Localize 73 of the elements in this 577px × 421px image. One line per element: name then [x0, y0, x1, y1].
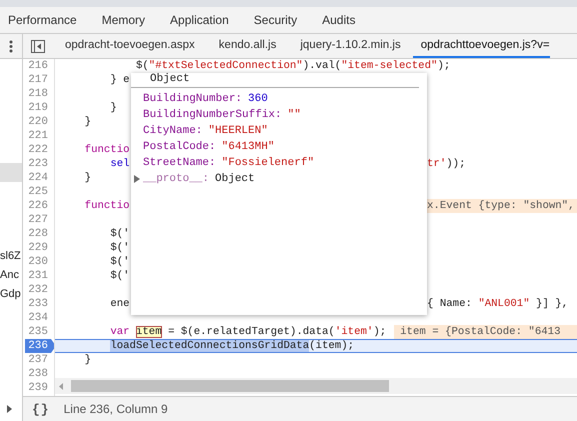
file-tab[interactable]: opdrachttoevoegen.js?v=	[412, 34, 550, 58]
panel-tab[interactable]: Application	[158, 7, 241, 33]
inline-value: item = {PostalCode: "6413	[394, 325, 577, 339]
expand-triangle-icon[interactable]	[7, 405, 12, 413]
horizontal-scrollbar[interactable]	[55, 378, 577, 394]
panel-tab[interactable]: Security	[242, 7, 310, 33]
code-text: functio	[84, 143, 130, 157]
line-number: 217	[27, 73, 49, 87]
code-text: loadSelectedConnectionsGridData(item);	[109, 339, 354, 353]
code-text: } e	[109, 73, 130, 87]
file-tab[interactable]: kendo.all.js	[206, 34, 288, 58]
property-row-text: CityName: "HEERLEN"	[143, 124, 268, 139]
code-text: $('	[109, 269, 130, 283]
line-number: 234	[27, 311, 49, 325]
line-number: 239	[27, 381, 49, 395]
property-row-text: BuildingNumberSuffix: ""	[143, 108, 301, 123]
line-number: 223	[27, 157, 49, 171]
code-text: }	[84, 171, 92, 185]
code-text: $('	[109, 255, 130, 269]
code-text: { Name: "ANL001" }] },	[427, 297, 568, 311]
hovered-token[interactable]: item	[136, 326, 162, 338]
panel-tab[interactable]: Memory	[90, 7, 158, 33]
code-text: var item = $(e.relatedTarget).data('item');	[109, 325, 386, 339]
scrollbar-thumb[interactable]	[71, 380, 389, 392]
code-text: sel	[109, 157, 130, 171]
file-tab[interactable]: jquery-1.10.2.min.js	[288, 34, 413, 58]
file-tree-item[interactable]: sl6Z	[0, 246, 22, 265]
line-number: 233	[27, 297, 49, 311]
pretty-print-button[interactable]: {}	[32, 402, 50, 416]
code-text: ene	[109, 297, 130, 311]
code-text: $("#txtSelectedConnection").val("item-selected");	[134, 59, 450, 73]
code-text: }	[84, 353, 92, 367]
panel-tab[interactable]: Audits	[310, 7, 368, 33]
code-text: $('	[109, 227, 130, 241]
cursor-position: Line 236, Column 9	[64, 402, 168, 416]
code-text: $('	[109, 241, 130, 255]
property-row-text: PostalCode: "6413MH"	[143, 140, 274, 155]
line-number: 229	[27, 241, 49, 255]
file-tree-item[interactable]: Gdp	[0, 284, 22, 303]
code-text: functio	[84, 199, 130, 213]
code-text: }	[109, 101, 117, 115]
line-number: 228	[27, 227, 49, 241]
line-number: 222	[27, 143, 49, 157]
selected-text: loadSelectedConnectionsGridData	[110, 340, 310, 352]
current-line-number: 236	[25, 339, 54, 353]
line-number: 220	[27, 115, 49, 129]
line-number: 231	[27, 269, 49, 283]
line-number: 232	[27, 283, 49, 297]
property-row-text: StreetName: "Fossielenerf"	[143, 156, 314, 171]
line-number: 235	[27, 325, 49, 339]
code-text: tr'));	[427, 157, 466, 171]
file-tab[interactable]: opdracht-toevoegen.aspx	[53, 34, 207, 58]
sidebar-toggle-icon[interactable]	[31, 40, 45, 52]
code-text: }	[84, 115, 92, 129]
property-row-text: __proto__: Object	[143, 172, 255, 187]
line-number: 225	[27, 185, 49, 199]
line-number: 226	[27, 199, 49, 213]
line-number: 237	[27, 353, 49, 367]
property-row-text: BuildingNumber: 360	[143, 92, 268, 107]
line-number: 216	[27, 59, 49, 73]
line-number: 219	[27, 101, 49, 115]
line-number: 227	[27, 213, 49, 227]
panel-tab[interactable]: Performance	[0, 7, 89, 33]
more-icon[interactable]	[9, 40, 13, 52]
file-tree-item[interactable]: Anc	[0, 265, 22, 284]
line-number: 224	[27, 171, 49, 185]
inline-value: x.Event {type: "shown",	[427, 199, 577, 213]
line-number: 230	[27, 255, 49, 269]
line-number: 218	[27, 87, 49, 101]
line-number: 238	[27, 367, 49, 381]
line-number: 221	[27, 129, 49, 143]
popover-title: Object	[131, 73, 419, 88]
expand-triangle-icon[interactable]	[134, 175, 140, 183]
